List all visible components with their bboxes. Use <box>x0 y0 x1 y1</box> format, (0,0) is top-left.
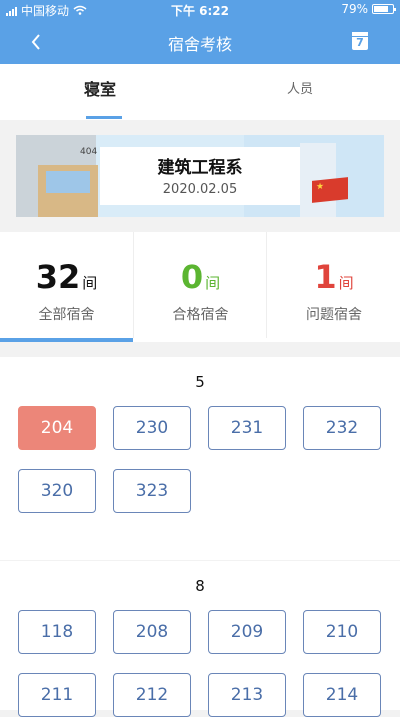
tab-bar: 寝室 人员 <box>0 64 400 120</box>
stat-all-rooms[interactable]: 32 间 全部宿舍 <box>0 232 133 338</box>
tab-rooms[interactable]: 寝室 <box>0 64 200 120</box>
nav-bar: 宿舍考核 7 <box>0 20 400 64</box>
room-button-214[interactable]: 214 <box>303 673 381 717</box>
inspection-date: 2020.02.05 <box>162 182 238 197</box>
banner: 404 ★ 建筑工程系 2020.02.05 <box>16 135 384 217</box>
tab-people[interactable]: 人员 <box>200 64 400 120</box>
room-button-209[interactable]: 209 <box>208 610 286 654</box>
stat-label: 全部宿舍 <box>38 307 95 323</box>
calendar-button[interactable]: 7 <box>352 32 368 50</box>
battery-percent: 79% <box>341 2 368 16</box>
room-button-232[interactable]: 232 <box>303 406 381 450</box>
stat-value: 0 <box>180 258 204 296</box>
stat-label: 问题宿舍 <box>306 307 362 323</box>
stat-unit: 间 <box>338 274 354 292</box>
calendar-day: 7 <box>356 36 364 49</box>
department-name: 建筑工程系 <box>157 158 243 178</box>
flag-icon: ★ <box>312 177 348 203</box>
stat-value: 1 <box>314 258 337 296</box>
stats-indicator <box>0 338 133 342</box>
room-button-210[interactable]: 210 <box>303 610 381 654</box>
room-button-323[interactable]: 323 <box>113 469 191 513</box>
stat-label: 合格宿舍 <box>172 307 229 323</box>
room-button-211[interactable]: 211 <box>18 673 96 717</box>
room-button-320[interactable]: 320 <box>18 469 96 513</box>
banner-sign: 404 <box>80 147 98 157</box>
stat-value: 32 <box>35 258 81 296</box>
stat-problem-rooms[interactable]: 1间 问题宿舍 <box>266 232 400 338</box>
stat-passed-rooms[interactable]: 0间 合格宿舍 <box>133 232 267 338</box>
building-title: 8 <box>195 577 205 595</box>
room-button-213[interactable]: 213 <box>208 673 286 717</box>
room-button-212[interactable]: 212 <box>113 673 191 717</box>
battery-icon <box>372 4 396 14</box>
stats-panel: 32 间 全部宿舍 0间 合格宿舍 1间 问题宿舍 <box>0 232 400 342</box>
room-button-204[interactable]: 204 <box>18 406 96 450</box>
building-title: 5 <box>195 373 205 391</box>
room-button-231[interactable]: 231 <box>208 406 286 450</box>
room-button-118[interactable]: 118 <box>18 610 96 654</box>
stat-unit: 间 <box>82 274 98 292</box>
tab-indicator <box>86 116 122 119</box>
building-section: 8 118 208 209 210 211 212 213 214 <box>0 561 400 717</box>
room-button-208[interactable]: 208 <box>113 610 191 654</box>
room-button-230[interactable]: 230 <box>113 406 191 450</box>
status-time: 下午 6:22 <box>170 4 230 18</box>
stat-unit: 间 <box>205 274 221 292</box>
banner-window-illustration <box>46 171 90 193</box>
banner-card: 建筑工程系 2020.02.05 <box>100 147 300 205</box>
building-section: 5 204 230 231 232 320 323 <box>0 357 400 560</box>
page-title: 宿舍考核 <box>167 35 232 54</box>
status-right: 79% <box>341 2 396 16</box>
status-bar: 中国移动 下午 6:22 79% <box>0 0 400 20</box>
